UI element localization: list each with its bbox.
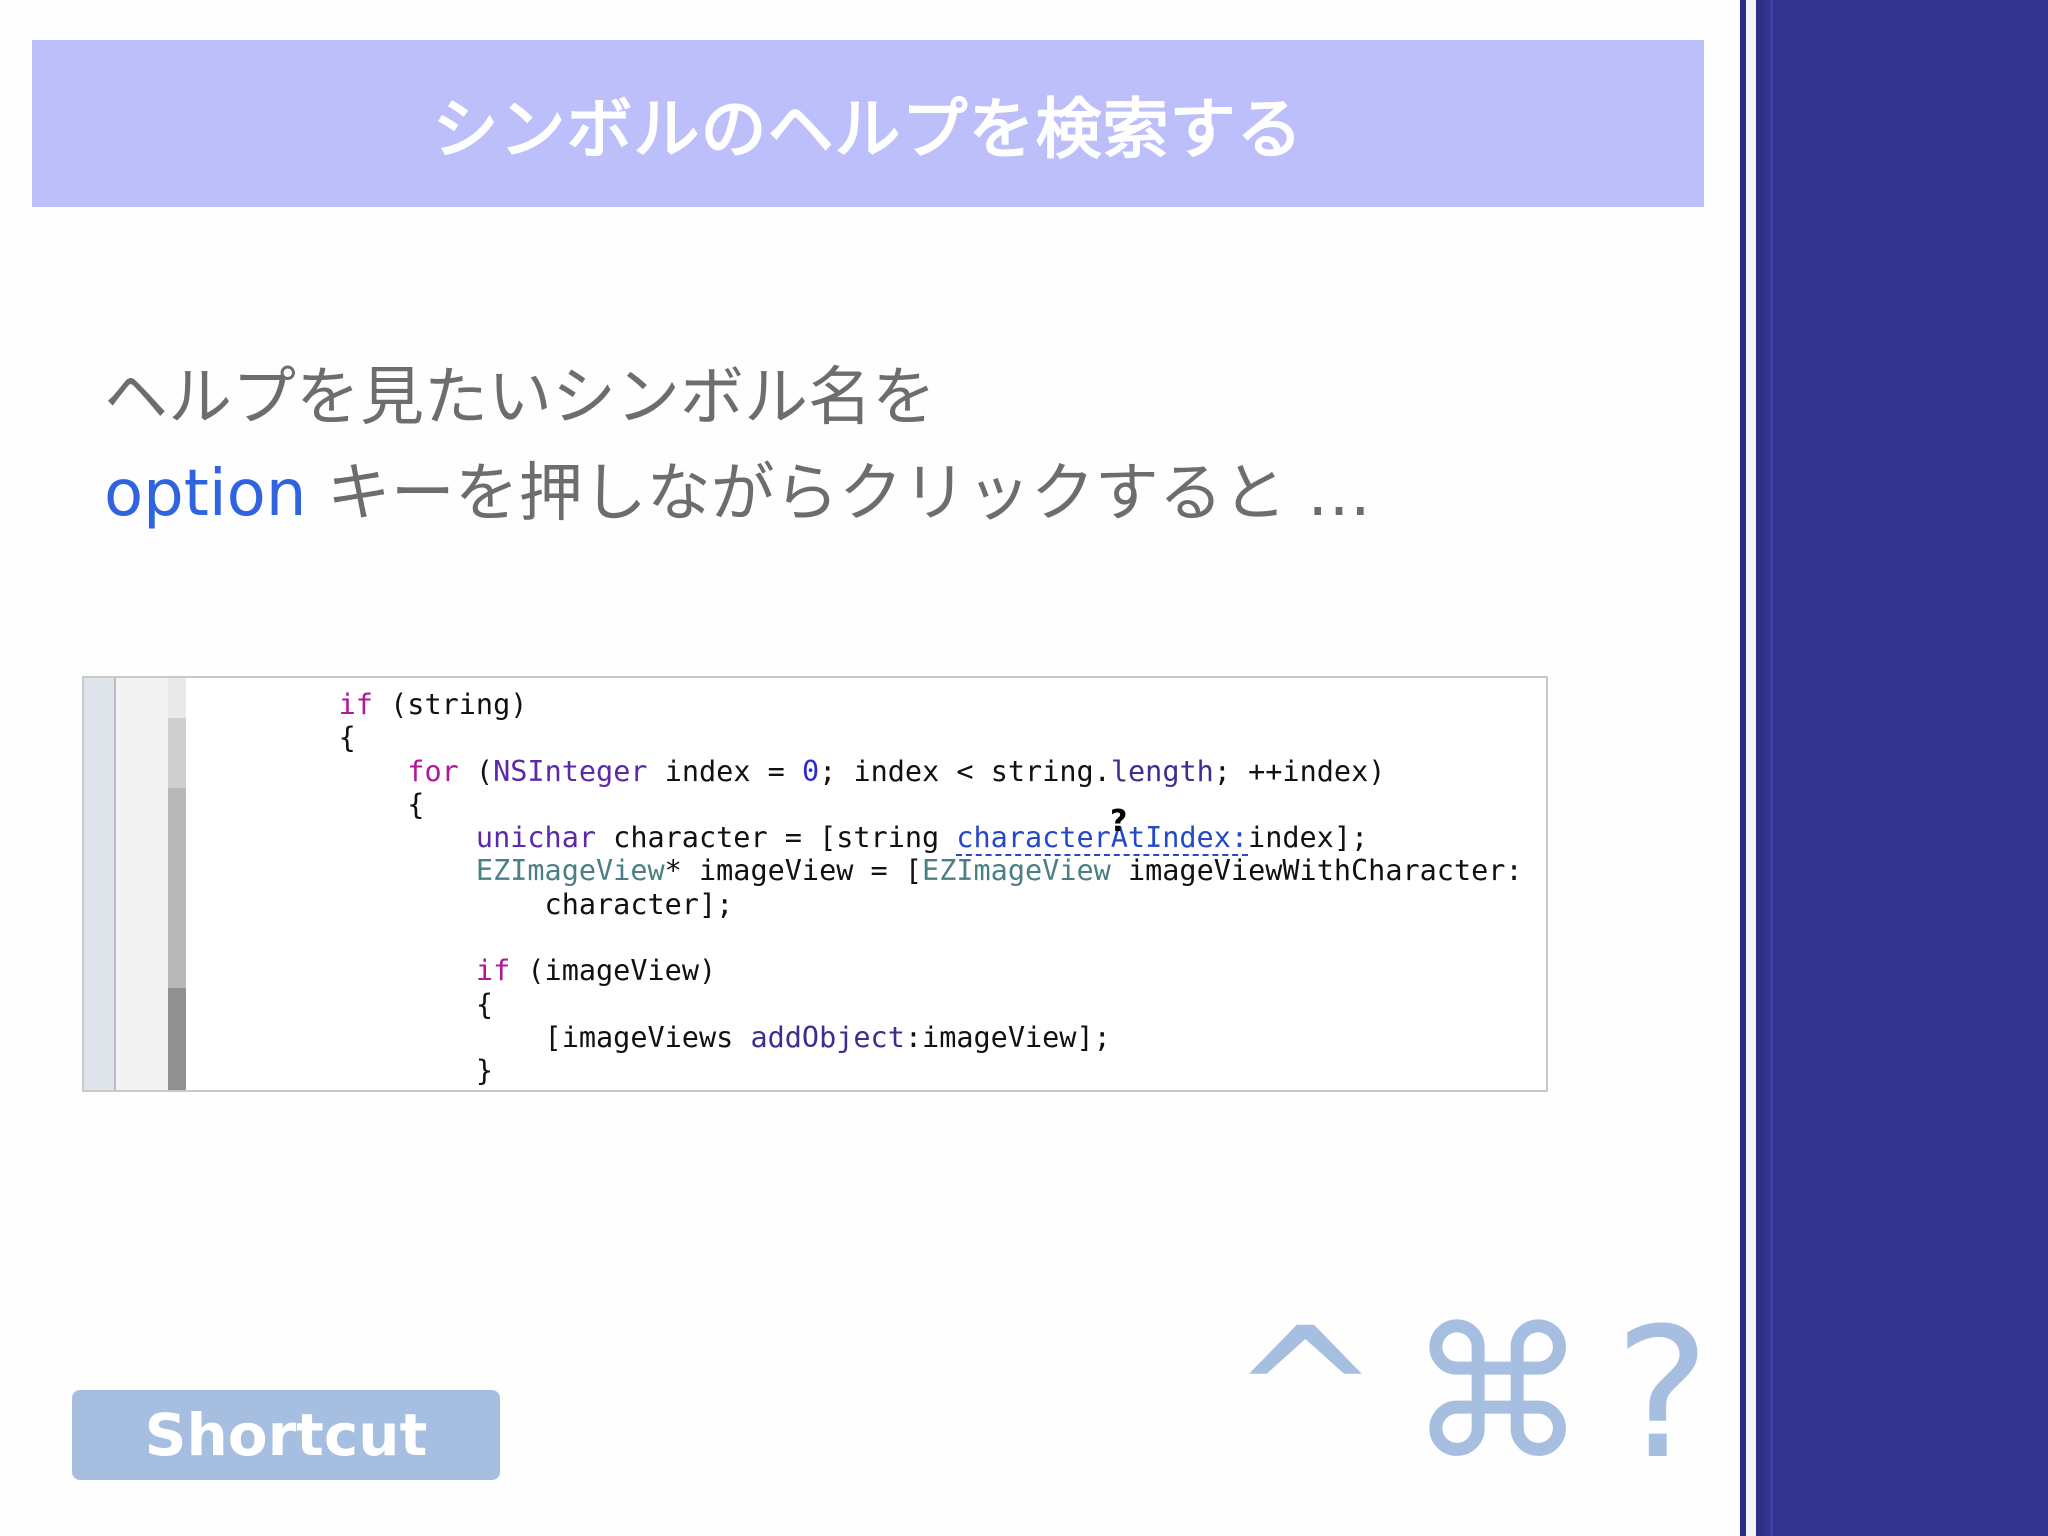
help-cursor-icon: ?: [1110, 804, 1128, 839]
code-token: index];: [1248, 821, 1369, 855]
code-token: 0: [801, 754, 820, 788]
code-line: character];: [270, 888, 1523, 921]
code-token: if: [475, 954, 511, 988]
sidebar-decoration: [1740, 0, 2048, 1536]
code-line: }: [270, 1054, 1523, 1087]
code-screenshot: if (string) { for (NSInteger index = 0; …: [82, 676, 1548, 1092]
code-token: {: [270, 787, 425, 821]
body-text: ヘルプを見たいシンボル名を option キーを押しながらクリックすると …: [104, 350, 1664, 542]
code-token: imageViewWithCharacter:: [1110, 854, 1523, 888]
shortcut-keys: ^ ⌘ ?: [1230, 1305, 1710, 1485]
code-token: index =: [647, 754, 802, 788]
editor-focus-ribbon: [168, 678, 186, 1090]
code-token: unichar: [475, 821, 597, 855]
code-line: unichar character = [string characterAtI…: [270, 821, 1523, 857]
code-token: (imageView): [510, 954, 717, 988]
code-token: }: [270, 1054, 494, 1088]
code-token: :imageView];: [904, 1020, 1111, 1054]
body-line-2: option キーを押しながらクリックすると …: [104, 446, 1664, 542]
code-token[interactable]: characterAtIndex:: [956, 821, 1249, 857]
sidebar-stripe-2: [1756, 0, 1764, 1536]
code-block: if (string) { for (NSInteger index = 0; …: [270, 688, 1523, 1088]
control-key-icon: ^: [1230, 1290, 1381, 1499]
code-line: for (NSInteger index = 0; index < string…: [270, 755, 1523, 788]
question-key-icon: ?: [1614, 1290, 1710, 1499]
editor-line-area: [116, 678, 168, 1090]
body-line-2-rest: キーを押しながらクリックすると …: [306, 457, 1372, 531]
code-line: {: [270, 988, 1523, 1021]
code-token: NSInteger: [493, 754, 648, 788]
code-token: [imageViews: [270, 1020, 751, 1054]
sidebar-stripe-3: [1770, 0, 1773, 1536]
shortcut-label: Shortcut: [144, 1401, 428, 1469]
sidebar-gap: [1746, 0, 1756, 1536]
code-line: [imageViews addObject:imageView];: [270, 1021, 1523, 1054]
code-token: ; index < string.: [819, 754, 1111, 788]
slide: シンボルのヘルプを検索する ヘルプを見たいシンボル名を option キーを押し…: [0, 0, 1740, 1536]
code-token: {: [270, 987, 494, 1021]
slide-title: シンボルのヘルプを検索する: [432, 90, 1304, 168]
code-token: (: [458, 754, 494, 788]
option-keyword: option: [104, 457, 307, 531]
code-line: if (imageView): [270, 954, 1523, 987]
code-line: {: [270, 788, 1523, 821]
code-token: character];: [270, 887, 734, 921]
shortcut-badge: Shortcut: [72, 1390, 500, 1480]
code-token: (string): [372, 688, 528, 721]
code-token: addObject: [750, 1020, 905, 1054]
body-line-1: ヘルプを見たいシンボル名を: [104, 361, 936, 435]
code-token: ; ++index): [1213, 754, 1386, 788]
command-key-icon: ⌘: [1407, 1290, 1588, 1499]
code-line: EZImageView* imageView = [EZImageView im…: [270, 854, 1523, 887]
editor-gutter: [84, 678, 116, 1090]
code-token: character = [string: [596, 821, 957, 855]
code-token: length: [1110, 754, 1214, 788]
title-bar: シンボルのヘルプを検索する: [32, 40, 1704, 207]
code-token: * imageView = [: [664, 854, 923, 888]
code-token: {: [270, 721, 356, 755]
code-token: EZImageView: [922, 854, 1111, 888]
code-line: {: [270, 721, 1523, 754]
code-token: EZImageView: [475, 854, 665, 888]
code-token: if: [338, 688, 373, 721]
code-line: if (string): [270, 688, 1523, 721]
code-token: for: [407, 754, 459, 788]
